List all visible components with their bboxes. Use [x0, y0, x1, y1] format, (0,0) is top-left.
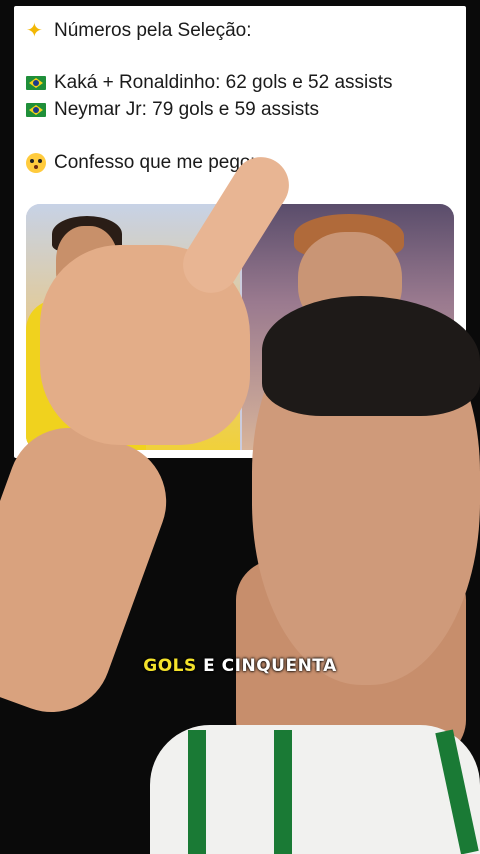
- tweet-title-text: Números pela Seleção:: [54, 20, 252, 41]
- tweet-confesso-text: Confesso que me pegou: [54, 152, 262, 173]
- tweet-line-kaka-ronaldinho: Kaká + Ronaldinho: 62 gols e 52 assists: [26, 72, 393, 94]
- brazil-flag-icon: [26, 103, 46, 117]
- jersey-stripe: [188, 730, 206, 854]
- video-frame: ✦ Números pela Seleção: Kaká + Ronaldinh…: [0, 0, 480, 854]
- tweet-line-title: ✦ Números pela Seleção:: [26, 20, 252, 42]
- tweet-neymar-text: Neymar Jr: 79 gols e 59 assists: [54, 99, 320, 120]
- tweet-line-confesso: Confesso que me pegou: [26, 152, 261, 174]
- flushed-face-icon: [26, 153, 46, 173]
- tweet-kaka-ronaldinho-text: Kaká + Ronaldinho: 62 gols e 52 assists: [54, 72, 393, 93]
- tweet-line-neymar: Neymar Jr: 79 gols e 59 assists: [26, 99, 319, 121]
- brazil-flag-icon: [26, 76, 46, 90]
- caption-text: E CINQUENTA: [196, 656, 337, 676]
- jersey-stripe: [274, 730, 292, 854]
- presenter-arm: [0, 411, 184, 729]
- caption-highlight-word: GOLS: [143, 656, 197, 676]
- video-caption: GOLS E CINQUENTA: [0, 656, 480, 676]
- glowing-star-icon: ✦: [26, 20, 43, 42]
